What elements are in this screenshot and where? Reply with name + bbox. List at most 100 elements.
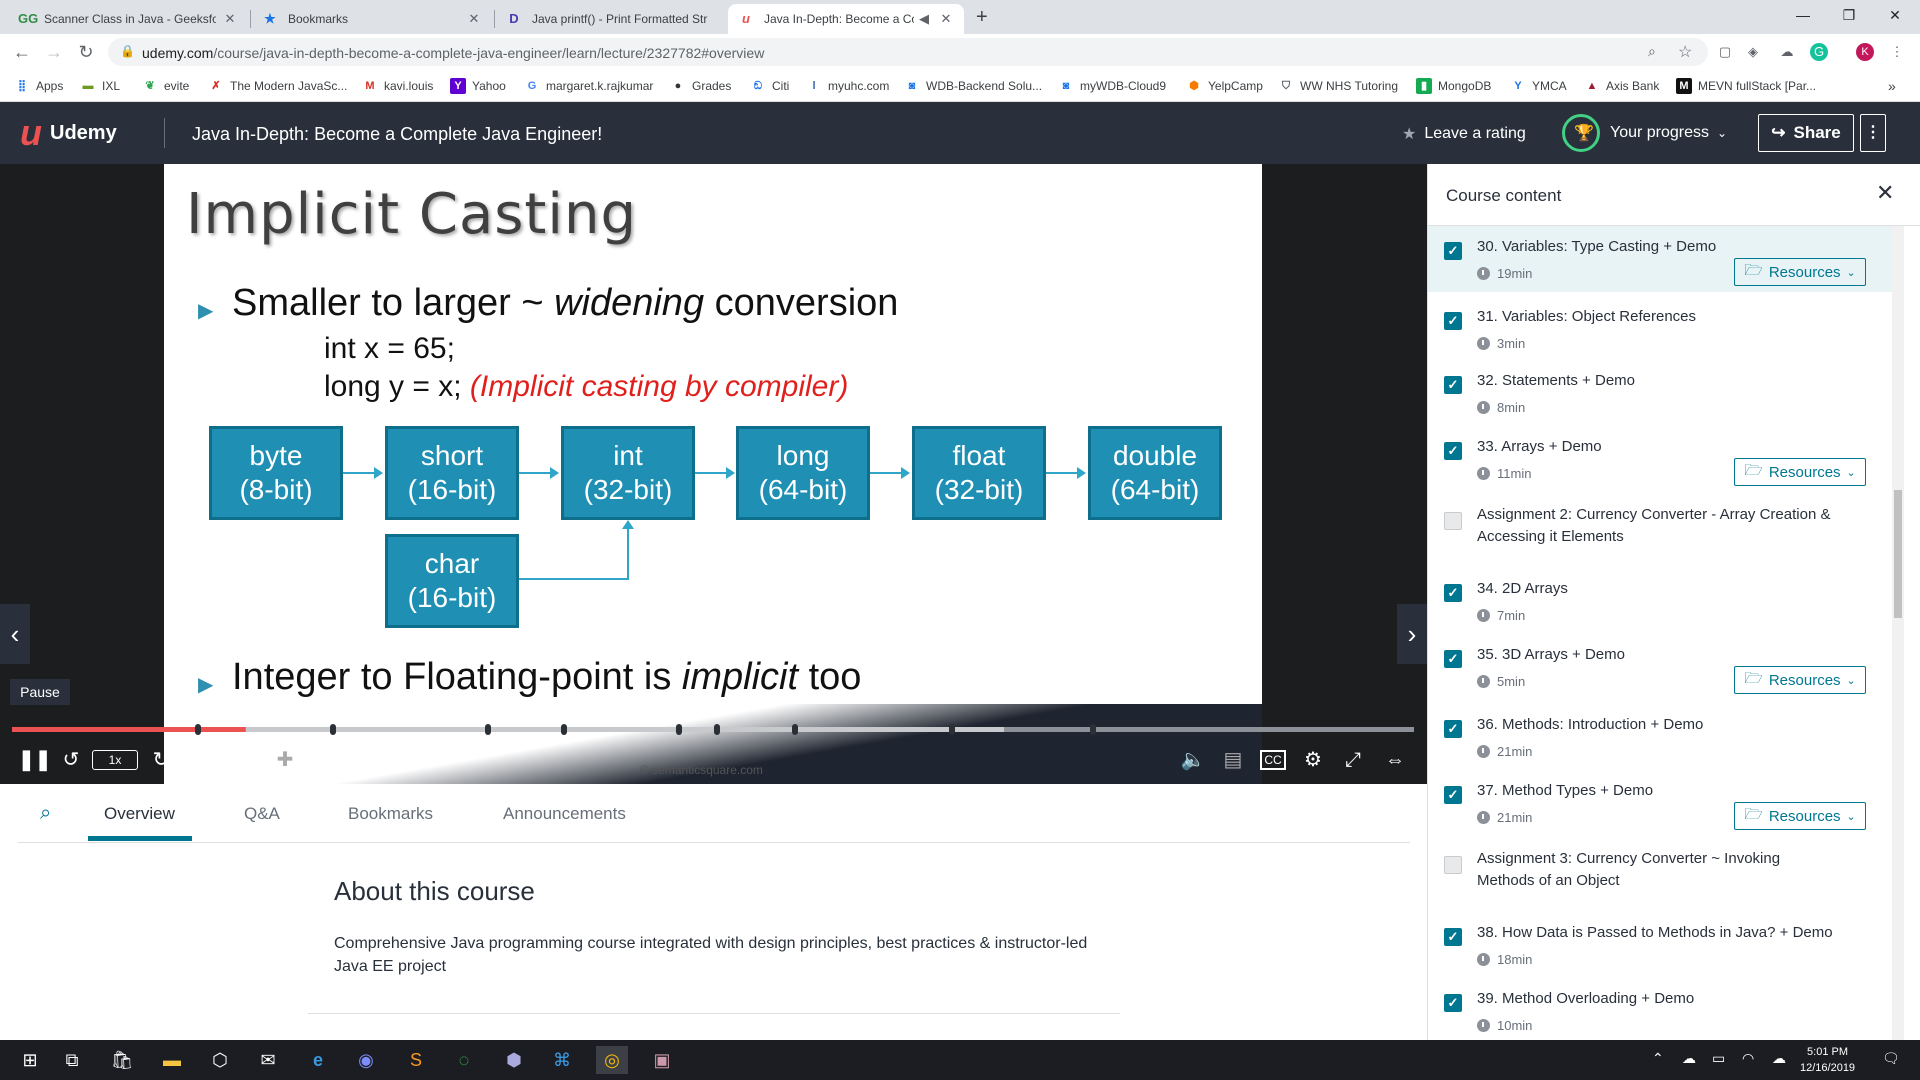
checkbox[interactable]: ✓ [1444, 650, 1462, 668]
rewind-icon[interactable]: ↺ [58, 746, 84, 774]
checkbox[interactable]: ✓ [1444, 376, 1462, 394]
tab-qa[interactable]: Q&A [244, 804, 280, 824]
bookmark-item[interactable]: ▮ MongoDB [1416, 70, 1491, 102]
show-hidden-icons-icon[interactable]: ⌃ [1652, 1050, 1664, 1067]
checkbox[interactable] [1444, 856, 1462, 874]
bookmark-marker[interactable] [485, 724, 491, 735]
fullscreen-icon[interactable]: ⤢ [1340, 746, 1366, 774]
bookmark-marker[interactable] [714, 724, 720, 735]
checkbox[interactable]: ✓ [1444, 442, 1462, 460]
captions-icon[interactable]: CC [1260, 750, 1286, 770]
lecture-item[interactable]: ✓ 38. How Data is Passed to Methods in J… [1428, 910, 1898, 974]
bookmark-item[interactable]: ◙ WDB-Backend Solu... [904, 70, 1042, 102]
resources-button[interactable]: 🗁 Resources ⌄ [1734, 666, 1866, 694]
checkbox[interactable]: ✓ [1444, 242, 1462, 260]
windows-start-icon[interactable]: ⊞ [14, 1046, 46, 1074]
bookmark-item[interactable]: M MEVN fullStack [Par... [1676, 70, 1816, 102]
video-player[interactable]: Implicit Casting ▶ Smaller to larger ~ w… [0, 164, 1427, 784]
extension-icon[interactable]: ◈ [1744, 43, 1762, 61]
browser-tab[interactable]: ★ Bookmarks ✕ [252, 4, 492, 34]
bookmark-item[interactable]: ඞ Citi [750, 70, 789, 102]
reload-icon[interactable]: ↻ [74, 40, 98, 64]
bookmark-item[interactable]: ● Grades [670, 70, 732, 102]
pause-icon[interactable]: ❚❚ [18, 746, 52, 774]
checkbox[interactable]: ✓ [1444, 994, 1462, 1012]
more-options-icon[interactable]: ⋮ [1860, 114, 1886, 152]
menu-dots-icon[interactable]: ⋮ [1888, 43, 1906, 61]
profile-avatar[interactable]: K [1856, 43, 1874, 61]
bookmark-item[interactable]: ▬ IXL [80, 70, 121, 102]
file-explorer-icon[interactable]: ▬ [156, 1046, 188, 1074]
lecture-item[interactable]: ✓ 34. 2D Arrays 7min [1428, 566, 1898, 630]
lecture-item[interactable]: ✓ 37. Method Types + Demo 21min 🗁 Resourc… [1428, 768, 1898, 834]
bookmark-marker[interactable] [949, 724, 955, 735]
bookmark-item[interactable]: ◙ myWDB-Cloud9 [1058, 70, 1166, 102]
playback-speed-button[interactable]: 1x [92, 750, 138, 770]
add-bookmark-icon[interactable]: ✚ [272, 746, 298, 774]
tab-announcements[interactable]: Announcements [503, 804, 626, 824]
lecture-item[interactable]: ✓ 35. 3D Arrays + Demo 5min 🗁 Resources ⌄ [1428, 632, 1898, 698]
video-progress-bar[interactable] [12, 724, 1414, 735]
bookmark-apps[interactable]: ⣿ Apps [14, 70, 63, 102]
forward-icon[interactable]: → [42, 40, 66, 64]
url-text[interactable]: udemy.com/course/java-in-depth-become-a-… [142, 45, 764, 61]
lecture-item[interactable]: ✓ 39. Method Overloading + Demo 10min [1428, 976, 1898, 1040]
bookmark-marker[interactable] [676, 724, 682, 735]
browser-tab-active[interactable]: u Java In-Depth: Become a Co ◀ ✕ [728, 4, 964, 34]
bookmark-marker[interactable] [561, 724, 567, 735]
sidebar-scrollbar[interactable] [1892, 226, 1904, 1040]
search-icon[interactable]: ⌕ [40, 802, 51, 825]
bookmark-item[interactable]: ⬢ YelpCamp [1186, 70, 1263, 102]
resources-button[interactable]: 🗁 Resources ⌄ [1734, 458, 1866, 486]
refresh-app-icon[interactable]: ◌ [448, 1046, 480, 1074]
new-tab-button[interactable]: + [976, 6, 988, 29]
progress-button[interactable]: 🏆 Your progress ⌄ [1562, 114, 1727, 152]
checkbox[interactable] [1444, 512, 1462, 530]
extension-icon[interactable]: ▢ [1716, 43, 1734, 61]
browser-tab[interactable]: GG Scanner Class in Java - GeeksforG ✕ [8, 4, 248, 34]
wifi-icon[interactable]: ◠ [1742, 1050, 1754, 1067]
app-icon[interactable]: ▣ [646, 1046, 678, 1074]
udemy-logo[interactable]: u Udemy [20, 115, 117, 151]
bookmark-item[interactable]: Y YMCA [1510, 70, 1566, 102]
bookmark-item[interactable]: ❦ evite [142, 70, 189, 102]
notifications-icon[interactable]: 🗨 [1882, 1050, 1900, 1067]
lecture-item[interactable]: ✓ 32. Statements + Demo 8min [1428, 358, 1898, 422]
lecture-item[interactable]: ✓ 30. Variables: Type Casting + Demo 19m… [1428, 226, 1898, 292]
store-icon[interactable]: 🛍 [106, 1046, 138, 1074]
forward-icon[interactable]: ↻ [148, 746, 174, 774]
checkbox[interactable]: ✓ [1444, 584, 1462, 602]
expand-icon[interactable]: ⇔ [1380, 746, 1410, 774]
settings-icon[interactable]: ⚙ [1300, 746, 1326, 774]
onedrive-icon[interactable]: ☁ [1772, 1050, 1786, 1067]
close-tab-icon[interactable]: ✕ [466, 11, 482, 27]
bookmark-item[interactable]: ▲ Axis Bank [1584, 70, 1660, 102]
cube-icon[interactable]: ⬡ [204, 1046, 236, 1074]
close-tab-icon[interactable]: ✕ [222, 11, 238, 27]
tab-bookmarks[interactable]: Bookmarks [348, 804, 433, 824]
browser-tab[interactable]: D Java printf() - Print Formatted Str [496, 4, 728, 34]
tab-overview[interactable]: Overview [104, 804, 175, 824]
share-button[interactable]: ↪ Share [1758, 114, 1854, 152]
bookmark-item[interactable]: ⛉ WW NHS Tutoring [1278, 70, 1398, 102]
assignment-item[interactable]: Assignment 2: Currency Converter - Array… [1428, 494, 1898, 560]
extension-icon[interactable]: ☁ [1778, 43, 1796, 61]
app-icon[interactable]: ⬢ [498, 1046, 530, 1074]
leave-rating-button[interactable]: ★ Leave a rating [1402, 124, 1526, 144]
bookmark-item[interactable]: Mkavi.louis [362, 70, 433, 102]
edge-icon[interactable]: e [302, 1046, 334, 1074]
next-lecture-button[interactable]: › [1397, 604, 1427, 664]
bookmark-marker[interactable] [195, 724, 201, 735]
mail-icon[interactable]: ✉ [252, 1046, 284, 1074]
onedrive-icon[interactable]: ☁ [1682, 1050, 1696, 1067]
checkbox[interactable]: ✓ [1444, 786, 1462, 804]
transcript-icon[interactable]: ▤ [1220, 746, 1246, 774]
app-icon[interactable]: ◉ [350, 1046, 382, 1074]
system-clock[interactable]: 5:01 PM 12/16/2019 [1800, 1044, 1855, 1076]
grammarly-icon[interactable]: G [1810, 43, 1828, 61]
lecture-item[interactable]: ✓ 31. Variables: Object References 3min [1428, 292, 1898, 356]
vscode-icon[interactable]: ⌘ [546, 1046, 578, 1074]
bookmark-star-icon[interactable]: ☆ [1678, 42, 1692, 62]
chrome-icon[interactable]: ◎ [596, 1046, 628, 1074]
lecture-item[interactable]: ✓ 36. Methods: Introduction + Demo 21min [1428, 702, 1898, 766]
